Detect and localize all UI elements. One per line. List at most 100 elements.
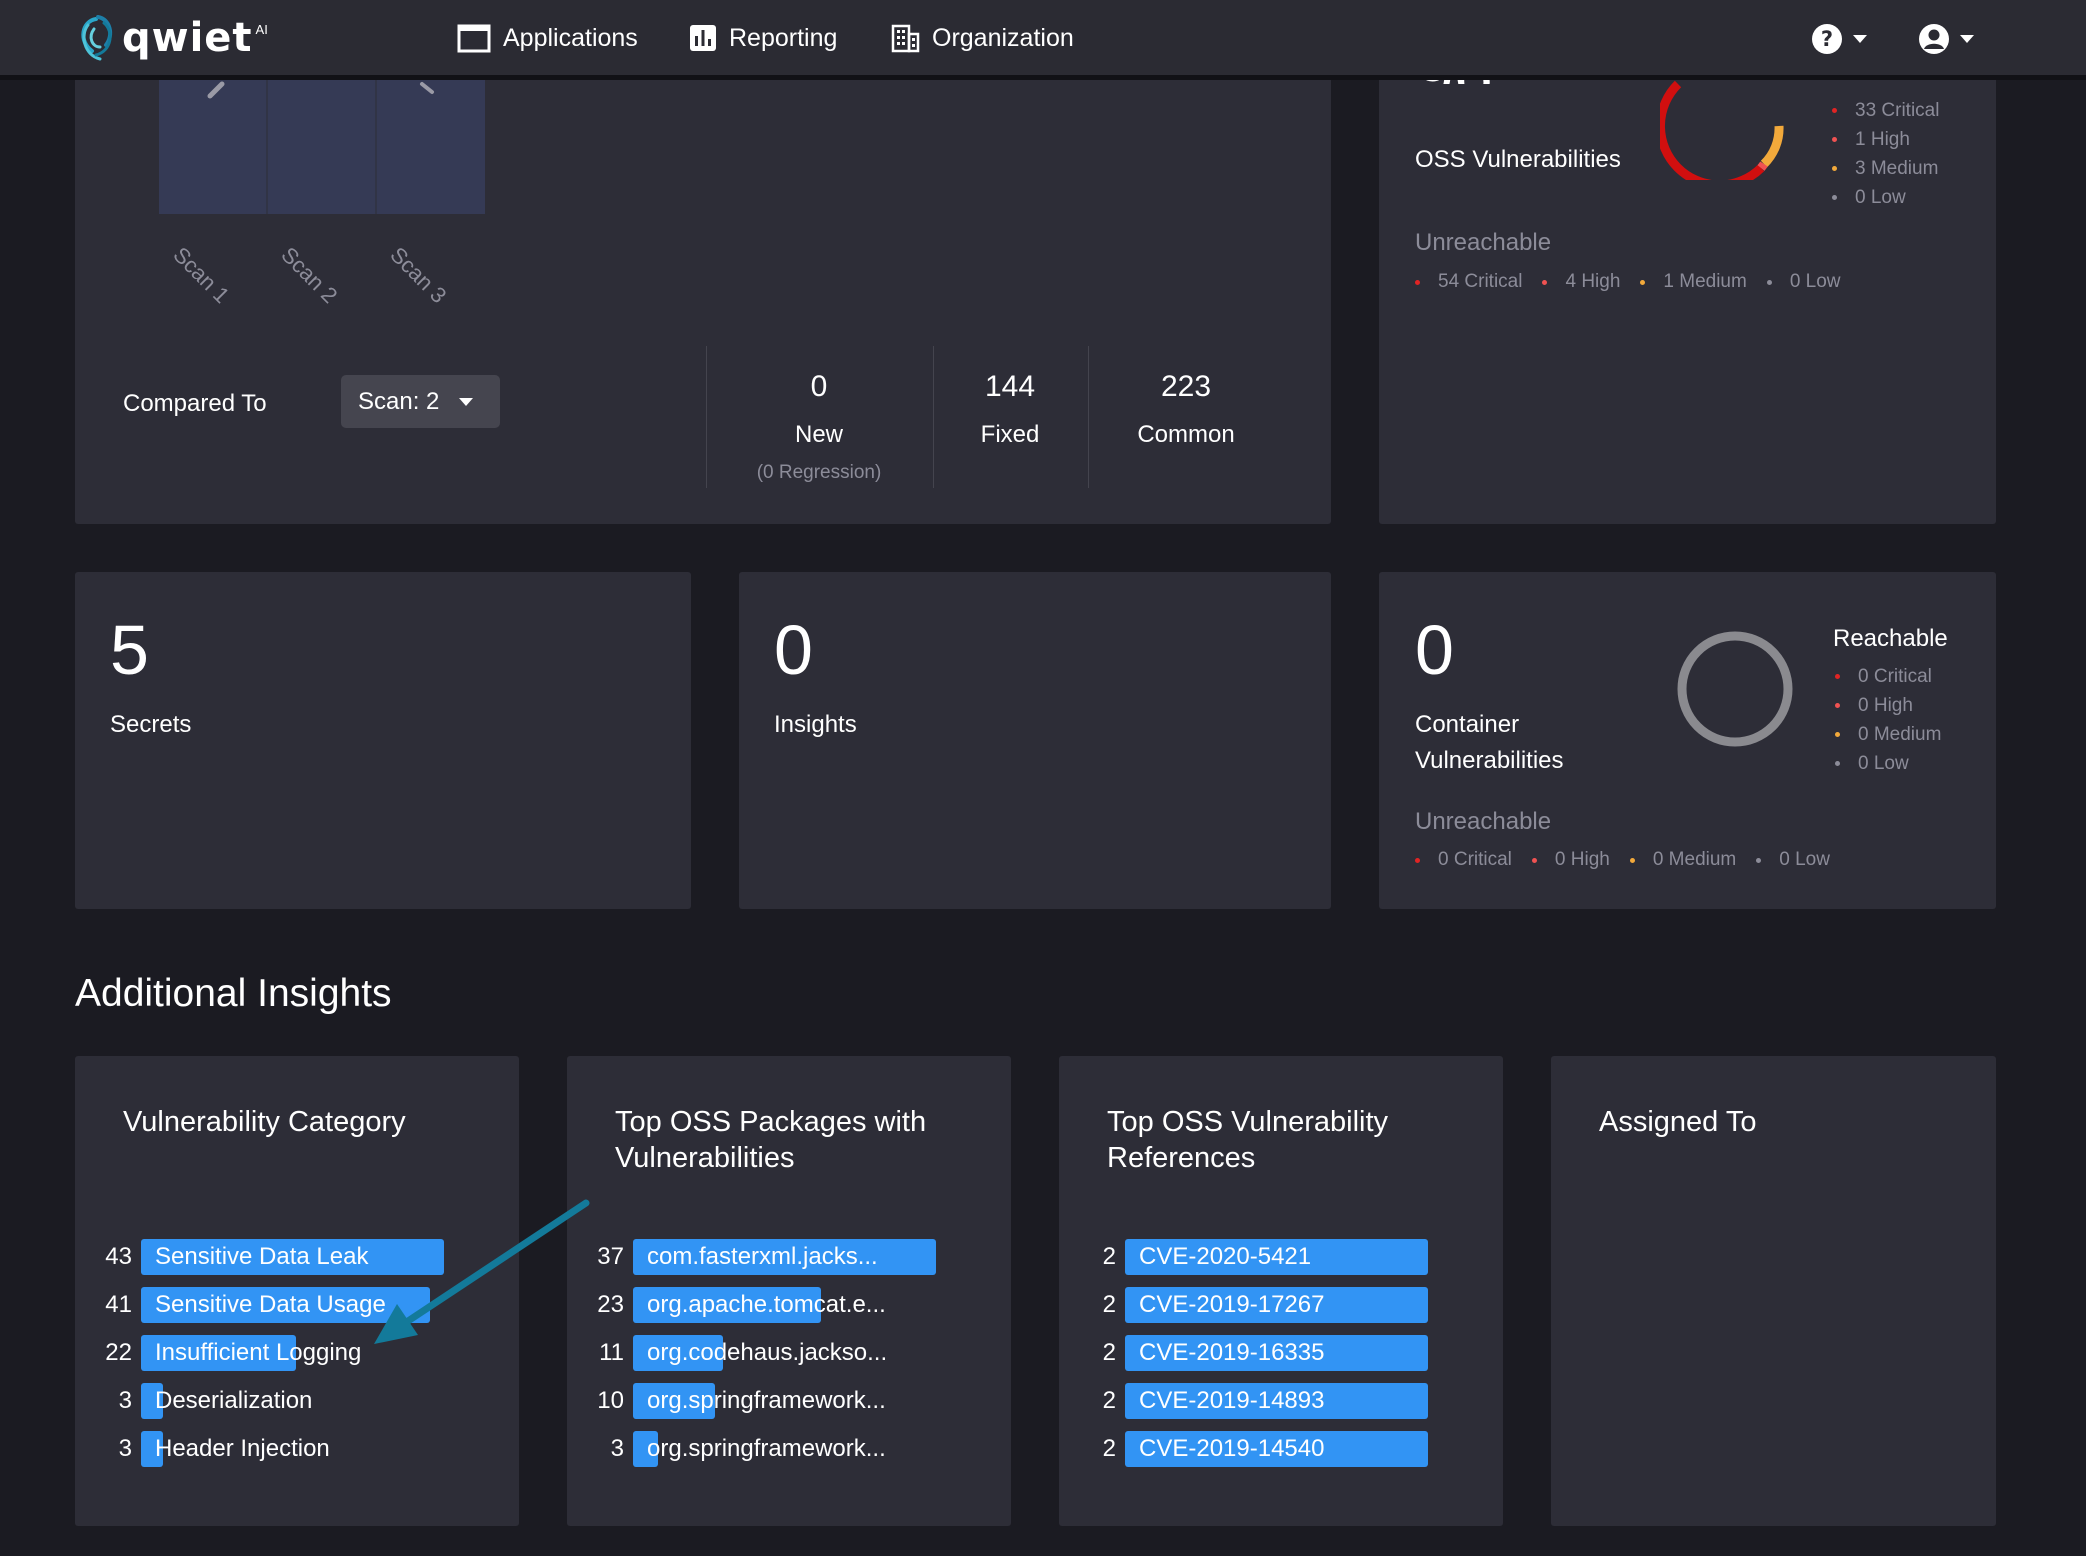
severity-high: 4 High [1542, 271, 1620, 293]
dot-icon [1835, 674, 1840, 679]
oss-package-label: com.fasterxml.jacks... [647, 1243, 878, 1270]
dot-icon [1629, 857, 1635, 863]
compare-scan-select[interactable]: Scan: 2 [341, 375, 500, 428]
severity-low: 0 Low [1756, 849, 1830, 871]
nav-reporting[interactable]: Reporting [689, 18, 837, 58]
window-icon [457, 24, 491, 53]
severity-critical: 33 Critical [1832, 96, 1939, 125]
question-circle-icon: ? [1812, 24, 1842, 54]
stat-divider [706, 346, 707, 488]
oss-packages-title-line2: Vulnerabilities [615, 1142, 795, 1174]
logo-text: qwiet [122, 15, 253, 61]
fixed-count: 144 [984, 370, 1036, 403]
container-donut-chart [1677, 631, 1793, 747]
nav-applications[interactable]: Applications [457, 18, 638, 58]
oss-references-title-line1: Top OSS Vulnerability [1107, 1106, 1389, 1138]
oss-package-row[interactable]: 10 org.springframework... [592, 1383, 936, 1419]
common-count: 223 [1160, 370, 1212, 403]
oss-package-count: 11 [599, 1339, 624, 1366]
dot-icon [1835, 761, 1840, 766]
dot-icon [1835, 732, 1840, 737]
oss-reference-row[interactable]: 2 CVE-2019-14540 [1084, 1431, 1428, 1467]
oss-reference-label: CVE-2019-14893 [1139, 1387, 1325, 1414]
nav-organization[interactable]: Organization [890, 18, 1074, 58]
oss-package-row[interactable]: 11 org.codehaus.jackso... [592, 1335, 936, 1371]
nav-applications-label: Applications [503, 23, 638, 52]
vuln-category-label: Sensitive Data Leak [155, 1243, 369, 1270]
vuln-category-row[interactable]: 22 Insufficient Logging [100, 1335, 444, 1371]
oss-reference-label: CVE-2019-17267 [1139, 1291, 1325, 1318]
container-vuln-count: 0 [1415, 611, 1454, 689]
compare-scan-value: Scan: 2 [358, 387, 440, 415]
vuln-category-count: 43 [105, 1243, 132, 1270]
severity-low: 0 Low [1832, 183, 1939, 212]
vuln-category-row[interactable]: 43 Sensitive Data Leak [100, 1239, 444, 1275]
vuln-category-row[interactable]: 3 Header Injection [100, 1431, 444, 1467]
severity-low: 0 Low [1766, 271, 1841, 293]
oss-package-count: 23 [597, 1291, 624, 1318]
bar-chart-icon [690, 25, 716, 51]
nav-reporting-label: Reporting [729, 23, 838, 52]
oss-reference-count: 2 [1102, 1435, 1116, 1462]
regression-label: (0 Regression) [756, 462, 882, 483]
vuln-category-count: 3 [118, 1387, 132, 1414]
severity-critical: 0 Critical [1415, 849, 1512, 871]
stat-divider [1088, 346, 1089, 488]
oss-reference-row[interactable]: 2 CVE-2019-17267 [1084, 1287, 1428, 1323]
oss-vuln-label: OSS Vulnerabilities [1415, 146, 1621, 173]
vuln-category-count: 22 [105, 1339, 132, 1366]
container-reachable-title: Reachable [1833, 625, 1948, 652]
secrets-card[interactable] [75, 572, 691, 909]
container-unreachable-title: Unreachable [1415, 808, 1552, 835]
vuln-category-count: 3 [118, 1435, 132, 1462]
additional-insights-title: Additional Insights [75, 972, 392, 1015]
chevron-down-icon [1960, 35, 1974, 43]
dot-icon [1832, 195, 1837, 200]
vuln-category-label: Sensitive Data Usage [155, 1291, 386, 1318]
container-reachable-list: 0 Critical 0 High 0 Medium 0 Low [1835, 662, 1941, 778]
oss-unreachable-row: 54 Critical 4 High 1 Medium 0 Low [1415, 267, 1861, 297]
severity-medium: 3 Medium [1832, 154, 1939, 183]
compared-to-label: Compared To [123, 390, 267, 417]
dot-icon [1835, 703, 1840, 708]
new-count: 0 [810, 370, 828, 403]
vuln-category-label: Deserialization [155, 1387, 313, 1414]
chevron-down-icon [1853, 35, 1867, 43]
vuln-category-count: 41 [105, 1291, 132, 1318]
oss-packages-title-line1: Top OSS Packages with [615, 1106, 927, 1138]
dot-icon [1531, 857, 1537, 863]
logo-superscript: AI [255, 21, 268, 37]
top-nav-bar: qwiet AI Applications Reporting Organiza… [0, 0, 2086, 80]
dot-icon [1756, 857, 1762, 863]
oss-package-row[interactable]: 23 org.apache.tomcat.e... [592, 1287, 936, 1323]
oss-reference-count: 2 [1102, 1291, 1116, 1318]
user-menu[interactable] [1918, 18, 1974, 60]
fixed-label: Fixed [980, 421, 1040, 448]
qwiet-logo-mark-icon [81, 15, 113, 61]
oss-reference-row[interactable]: 2 CVE-2019-16335 [1084, 1335, 1428, 1371]
scan-trend-chart [159, 80, 485, 214]
vuln-category-row[interactable]: 41 Sensitive Data Usage [100, 1287, 444, 1323]
oss-packages-title: Top OSS Packages with Vulnerabilities [615, 1104, 926, 1176]
oss-reference-row[interactable]: 2 CVE-2020-5421 [1084, 1239, 1428, 1275]
oss-references-title: Top OSS Vulnerability References [1107, 1104, 1388, 1176]
oss-package-count: 3 [610, 1435, 624, 1462]
oss-reference-count: 2 [1102, 1387, 1116, 1414]
oss-package-row[interactable]: 37 com.fasterxml.jacks... [592, 1239, 936, 1275]
insights-card[interactable] [739, 572, 1331, 909]
common-label: Common [1137, 421, 1235, 448]
insights-count: 0 [774, 611, 813, 689]
vuln-category-row[interactable]: 3 Deserialization [100, 1383, 444, 1419]
stat-divider [933, 346, 934, 488]
severity-high: 0 High [1835, 691, 1941, 720]
severity-critical: 0 Critical [1835, 662, 1941, 691]
oss-reference-count: 2 [1102, 1339, 1116, 1366]
severity-low: 0 Low [1835, 749, 1941, 778]
severity-medium: 0 Medium [1629, 849, 1736, 871]
help-menu[interactable]: ? [1811, 18, 1867, 60]
oss-package-row[interactable]: 3 org.springframework... [592, 1431, 936, 1467]
severity-medium: 0 Medium [1835, 720, 1941, 749]
qwiet-logo[interactable]: qwiet AI [74, 8, 268, 68]
oss-reference-row[interactable]: 2 CVE-2019-14893 [1084, 1383, 1428, 1419]
container-vuln-label-line2: Vulnerabilities [1415, 747, 1564, 774]
